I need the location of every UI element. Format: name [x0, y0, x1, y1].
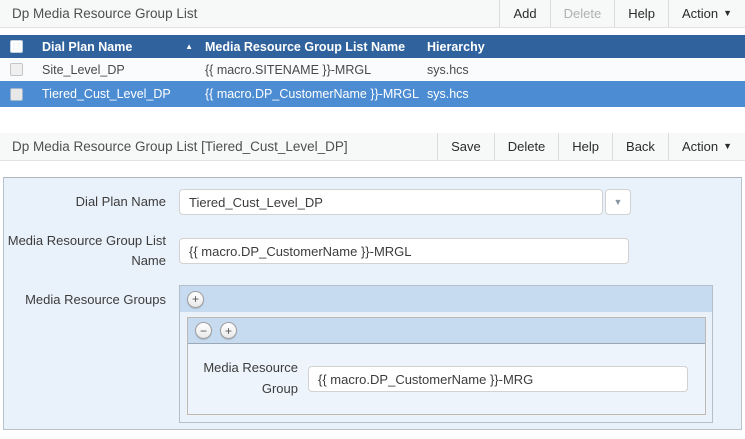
detail-toolbar: Dp Media Resource Group List [Tiered_Cus… [0, 133, 745, 161]
group-item-bar: − + [188, 318, 705, 344]
media-resource-group-label: Media Resource Group [188, 358, 298, 400]
plus-icon: + [192, 293, 199, 305]
add-group-button[interactable]: + [187, 291, 204, 308]
cell-dial-plan-name[interactable]: Site_Level_DP [42, 63, 205, 77]
row-checkbox[interactable] [10, 63, 23, 76]
dial-plan-label: Dial Plan Name [4, 192, 166, 212]
action-menu-button[interactable]: Action ▼ [668, 133, 745, 160]
action-label: Action [682, 139, 718, 154]
caret-down-icon: ▼ [723, 142, 732, 151]
action-menu-button[interactable]: Action ▼ [668, 0, 745, 27]
detail-panel-title: Dp Media Resource Group List [Tiered_Cus… [0, 139, 437, 154]
sort-asc-icon: ▲ [185, 42, 193, 51]
group-item-panel: − + Media Resource Group [187, 317, 706, 415]
delete-button[interactable]: Delete [494, 133, 559, 160]
column-mrgl-name[interactable]: Media Resource Group List Name [205, 40, 427, 54]
action-label: Action [682, 6, 718, 21]
dial-plan-row: Dial Plan Name ▼ [4, 189, 741, 215]
cell-hierarchy[interactable]: sys.hcs [427, 87, 745, 101]
remove-group-button[interactable]: − [195, 322, 212, 339]
plus-icon: + [225, 325, 232, 337]
add-button[interactable]: Add [499, 0, 549, 27]
help-button[interactable]: Help [614, 0, 668, 27]
add-group-button[interactable]: + [220, 322, 237, 339]
media-resource-groups-row: Media Resource Groups + − + Media Resour… [4, 285, 741, 423]
mrgl-table: Dial Plan Name ▲ Media Resource Group Li… [0, 35, 745, 107]
detail-form: Dial Plan Name ▼ Media Resource Group Li… [3, 177, 742, 430]
row-checkbox[interactable] [10, 88, 23, 101]
dropdown-arrow-icon: ▼ [614, 197, 623, 207]
list-panel-title: Dp Media Resource Group List [0, 6, 499, 21]
save-button[interactable]: Save [437, 133, 494, 160]
delete-button: Delete [550, 0, 615, 27]
media-resource-groups-label: Media Resource Groups [4, 285, 166, 310]
cell-mrgl-name[interactable]: {{ macro.DP_CustomerName }}-MRGL [205, 87, 427, 101]
mrgl-name-input[interactable] [179, 238, 629, 264]
column-dial-plan-name[interactable]: Dial Plan Name ▲ [42, 40, 205, 54]
help-button[interactable]: Help [558, 133, 612, 160]
group-item-content: Media Resource Group [188, 344, 705, 414]
dropdown-arrow-button[interactable]: ▼ [605, 189, 631, 215]
column-hierarchy[interactable]: Hierarchy [427, 40, 745, 54]
media-resource-groups-container: + − + Media Resource Group [179, 285, 713, 423]
groups-add-bar: + [180, 286, 712, 312]
mrgl-name-row: Media Resource Group List Name [4, 231, 741, 271]
media-resource-group-input[interactable] [308, 366, 688, 392]
select-all-checkbox[interactable] [10, 40, 23, 53]
list-toolbar: Dp Media Resource Group List Add Delete … [0, 0, 745, 28]
table-row[interactable]: Site_Level_DP {{ macro.SITENAME }}-MRGL … [0, 58, 745, 81]
dial-plan-combobox: ▼ [179, 189, 631, 215]
table-header-row: Dial Plan Name ▲ Media Resource Group Li… [0, 35, 745, 58]
mrgl-name-label: Media Resource Group List Name [4, 231, 166, 271]
cell-hierarchy[interactable]: sys.hcs [427, 63, 745, 77]
minus-icon: − [200, 325, 207, 337]
dial-plan-input[interactable] [179, 189, 603, 215]
table-row-selected[interactable]: Tiered_Cust_Level_DP {{ macro.DP_Custome… [0, 81, 745, 107]
detail-toolbar-buttons: Save Delete Help Back Action ▼ [437, 133, 745, 160]
list-toolbar-buttons: Add Delete Help Action ▼ [499, 0, 745, 27]
back-button[interactable]: Back [612, 133, 668, 160]
cell-mrgl-name[interactable]: {{ macro.SITENAME }}-MRGL [205, 63, 427, 77]
cell-dial-plan-name[interactable]: Tiered_Cust_Level_DP [42, 87, 205, 101]
caret-down-icon: ▼ [723, 9, 732, 18]
